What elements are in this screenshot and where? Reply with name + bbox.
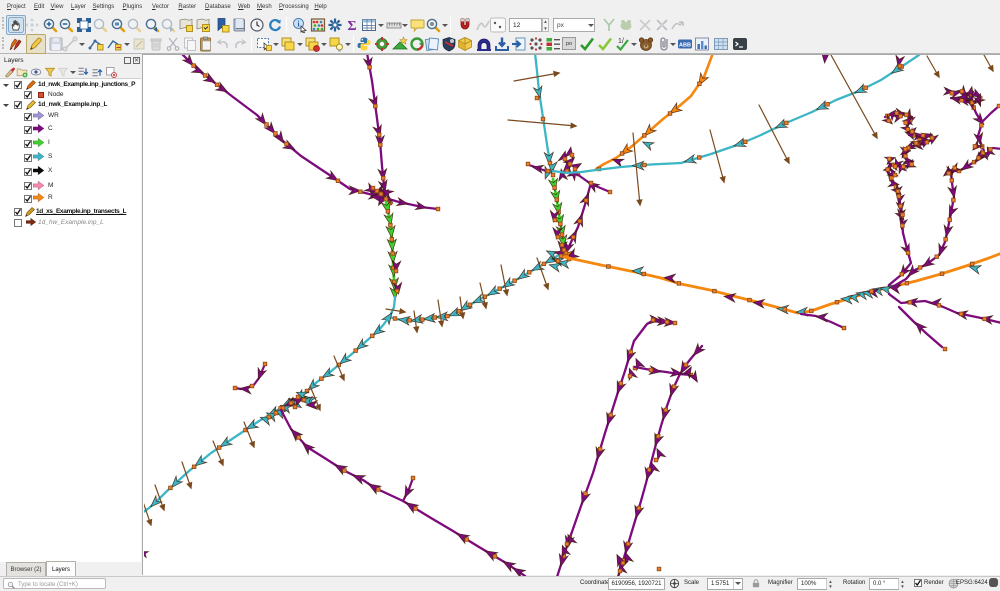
svg-text:Σ: Σ — [347, 19, 356, 33]
svg-text:1/: 1/ — [618, 38, 624, 45]
svg-text:ABB: ABB — [679, 43, 691, 49]
